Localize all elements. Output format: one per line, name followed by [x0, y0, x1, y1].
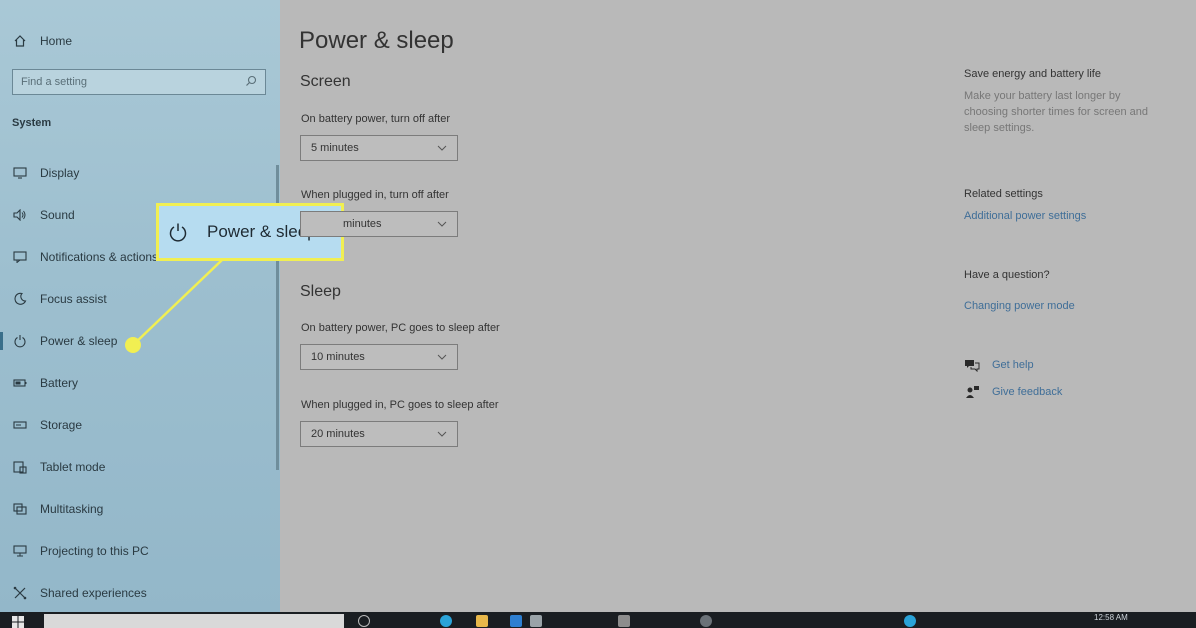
app-icon[interactable]: [618, 615, 630, 627]
sidebar-item-multitasking[interactable]: Multitasking: [0, 488, 276, 530]
home-nav-item[interactable]: Home: [12, 33, 72, 49]
projector-icon: [12, 543, 28, 559]
sidebar-item-label: Notifications & actions: [40, 250, 159, 264]
sleep-battery-label: On battery power, PC goes to sleep after: [301, 322, 500, 334]
tablet-icon: [12, 459, 28, 475]
feedback-person-icon: [964, 385, 980, 399]
multitasking-icon: [12, 501, 28, 517]
chat-bubble-icon: [964, 358, 980, 372]
speaker-icon: [12, 207, 28, 223]
sidebar-item-label: Sound: [40, 208, 75, 222]
storage-icon: [12, 417, 28, 433]
sidebar-item-label: Battery: [40, 376, 79, 390]
page-title: Power & sleep: [299, 27, 454, 54]
save-energy-heading: Save energy and battery life: [964, 68, 1101, 80]
chevron-down-icon: [437, 142, 447, 154]
sleep-plugged-dropdown[interactable]: 20 minutes: [300, 421, 458, 447]
sidebar-item-label: Projecting to this PC: [40, 544, 149, 558]
home-label: Home: [40, 34, 73, 48]
dropdown-value: 20 minutes: [311, 428, 365, 440]
sidebar-item-label: Shared experiences: [40, 586, 147, 600]
search-icon: [245, 75, 257, 90]
tray-app-icon[interactable]: [904, 615, 916, 627]
chevron-down-icon: [437, 351, 447, 363]
sidebar-item-label: Tablet mode: [40, 460, 106, 474]
power-icon: [167, 221, 189, 243]
settings-sidebar: Home Find a setting System Display Sound…: [0, 0, 280, 612]
give-feedback-link[interactable]: Give feedback: [964, 385, 1062, 399]
sidebar-item-power-sleep[interactable]: Power & sleep: [0, 320, 276, 362]
get-help-link[interactable]: Get help: [964, 358, 1034, 372]
sleep-heading: Sleep: [300, 283, 341, 300]
settings-gear-icon[interactable]: [700, 615, 712, 627]
sidebar-item-display[interactable]: Display: [0, 152, 276, 194]
battery-icon: [12, 375, 28, 391]
sidebar-item-storage[interactable]: Storage: [0, 404, 276, 446]
screen-battery-label: On battery power, turn off after: [301, 113, 450, 125]
screen-plugged-label: When plugged in, turn off after: [301, 189, 449, 201]
sidebar-item-projecting[interactable]: Projecting to this PC: [0, 530, 276, 572]
sidebar-item-battery[interactable]: Battery: [0, 362, 276, 404]
question-heading: Have a question?: [964, 269, 1050, 281]
find-setting-search-input[interactable]: Find a setting: [12, 69, 266, 95]
store-icon[interactable]: [530, 615, 542, 627]
file-explorer-icon[interactable]: [476, 615, 488, 627]
sidebar-item-label: Power & sleep: [40, 334, 118, 348]
question-panel: Have a question? Changing power mode: [964, 269, 1164, 312]
sidebar-item-label: Display: [40, 166, 80, 180]
search-placeholder: Find a setting: [21, 76, 88, 88]
additional-power-settings-link[interactable]: Additional power settings: [964, 210, 1164, 222]
dropdown-value: 5 minutes: [311, 142, 359, 154]
save-energy-panel: Save energy and battery life Make your b…: [964, 68, 1164, 136]
save-energy-text: Make your battery last longer by choosin…: [964, 90, 1149, 134]
screen-plugged-dropdown[interactable]: minutes: [300, 211, 458, 237]
chevron-down-icon: [437, 428, 447, 440]
give-feedback-label: Give feedback: [992, 386, 1063, 398]
sidebar-item-label: Focus assist: [40, 292, 107, 306]
power-icon: [12, 333, 28, 349]
mail-icon[interactable]: [510, 615, 522, 627]
shared-icon: [12, 585, 28, 601]
get-help-label: Get help: [992, 359, 1034, 371]
display-icon: [12, 165, 28, 181]
sleep-battery-dropdown[interactable]: 10 minutes: [300, 344, 458, 370]
related-settings-heading: Related settings: [964, 188, 1043, 200]
sidebar-item-shared-experiences[interactable]: Shared experiences: [0, 572, 276, 614]
sleep-plugged-label: When plugged in, PC goes to sleep after: [301, 399, 499, 411]
windows-start-icon[interactable]: [12, 615, 24, 628]
changing-power-mode-link[interactable]: Changing power mode: [964, 300, 1164, 312]
chevron-down-icon: [437, 218, 447, 230]
sidebar-item-tablet-mode[interactable]: Tablet mode: [0, 446, 276, 488]
screen-battery-dropdown[interactable]: 5 minutes: [300, 135, 458, 161]
home-icon: [12, 33, 28, 49]
notifications-icon: [12, 249, 28, 265]
sidebar-item-label: Multitasking: [40, 502, 104, 516]
sidebar-item-focus-assist[interactable]: Focus assist: [0, 278, 276, 320]
related-settings-panel: Related settings Additional power settin…: [964, 188, 1164, 222]
dropdown-value: minutes: [343, 218, 382, 230]
moon-icon: [12, 291, 28, 307]
section-label-system: System: [12, 117, 52, 129]
taskbar-search-box[interactable]: [44, 614, 344, 628]
taskbar: 12:58 AM: [0, 612, 1196, 628]
cortana-icon[interactable]: [358, 615, 370, 627]
taskbar-clock[interactable]: 12:58 AM: [1094, 613, 1128, 622]
sidebar-item-label: Storage: [40, 418, 83, 432]
dropdown-value: 10 minutes: [311, 351, 365, 363]
screen-heading: Screen: [300, 73, 351, 90]
edge-browser-icon[interactable]: [440, 615, 452, 627]
